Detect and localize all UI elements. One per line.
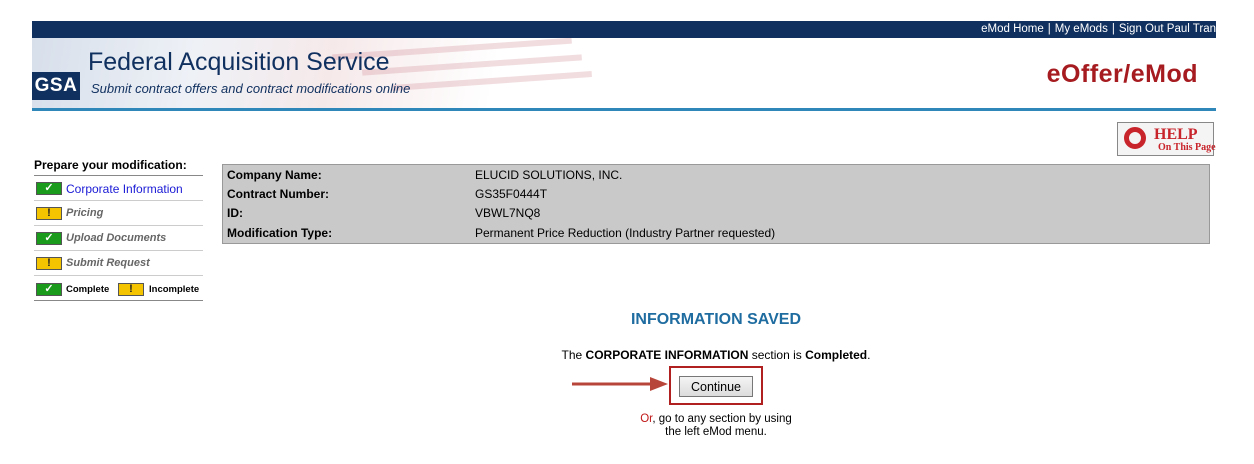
menu-item-upload-documents[interactable]: ✓ Upload Documents <box>34 226 203 251</box>
sign-out-link[interactable]: Sign Out Paul Tran <box>1119 23 1216 35</box>
lifebuoy-icon <box>1124 127 1146 149</box>
legend-complete-label: Complete <box>66 284 110 295</box>
saved-message: The CORPORATE INFORMATION section is Com… <box>0 348 1254 362</box>
or-text-line2: the left eMod menu. <box>665 426 767 438</box>
help-on-this-page-button[interactable]: HELP On This Page <box>1117 122 1216 156</box>
alternate-instructions: Or, go to any section by using the left … <box>0 413 1254 439</box>
header-banner: GSA Federal Acquisition Service Submit c… <box>32 38 1216 108</box>
info-key: ID: <box>227 206 243 220</box>
status-legend: ✓ Complete ! Incomplete <box>34 278 203 301</box>
menu-item-label[interactable]: Pricing <box>66 207 103 219</box>
header-divider <box>32 108 1216 111</box>
help-sublabel: On This Page <box>1158 142 1216 153</box>
menu-item-corporate-information[interactable]: ✓ Corporate Information <box>34 176 203 201</box>
or-word: Or <box>640 413 653 425</box>
flag-stripe <box>362 54 582 76</box>
or-text-line1: , go to any section by using <box>652 413 792 425</box>
info-row: Company Name: ELUCID SOLUTIONS, INC. <box>227 165 1207 184</box>
flag-stripe <box>392 71 592 91</box>
information-saved-heading: INFORMATION SAVED <box>630 311 802 328</box>
emod-home-link[interactable]: eMod Home <box>981 23 1044 35</box>
info-key: Modification Type: <box>227 226 333 240</box>
top-nav-bar: eMod Home | My eMods | Sign Out Paul Tran <box>32 21 1216 38</box>
info-value: Permanent Price Reduction (Industry Part… <box>475 226 776 240</box>
app-name: eOffer/eMod <box>1046 60 1198 88</box>
legend-incomplete-label: Incomplete <box>149 284 200 295</box>
msg-status: Completed <box>805 348 868 362</box>
emod-left-menu: Prepare your modification: ✓ Corporate I… <box>34 158 203 301</box>
info-value: VBWL7NQ8 <box>475 206 541 220</box>
menu-item-label[interactable]: Corporate Information <box>66 182 183 196</box>
info-value: GS35F0444T <box>475 187 548 201</box>
continue-button[interactable]: Continue <box>679 376 753 397</box>
site-title: Federal Acquisition Service <box>88 48 390 76</box>
info-row: Contract Number: GS35F0444T <box>227 184 1207 203</box>
incomplete-warning-icon: ! <box>36 207 62 220</box>
msg-text: section is <box>748 348 806 362</box>
complete-check-icon: ✓ <box>36 232 62 245</box>
menu-item-submit-request[interactable]: ! Submit Request <box>34 251 203 276</box>
complete-check-icon: ✓ <box>36 283 62 296</box>
pointer-arrow-icon <box>572 377 668 391</box>
menu-item-label[interactable]: Upload Documents <box>66 232 166 244</box>
info-key: Company Name: <box>227 168 322 182</box>
site-subtitle: Submit contract offers and contract modi… <box>91 81 411 96</box>
link-separator: | <box>1111 23 1115 35</box>
incomplete-warning-icon: ! <box>118 283 144 296</box>
my-emods-link[interactable]: My eMods <box>1055 23 1108 35</box>
msg-section: CORPORATE INFORMATION <box>585 348 749 362</box>
msg-text: The <box>561 348 586 362</box>
incomplete-warning-icon: ! <box>36 257 62 270</box>
info-row: Modification Type: Permanent Price Reduc… <box>227 223 1207 242</box>
menu-item-pricing[interactable]: ! Pricing <box>34 201 203 226</box>
msg-text: . <box>867 348 871 362</box>
gsa-logo: GSA <box>32 72 80 100</box>
menu-item-label[interactable]: Submit Request <box>66 257 150 269</box>
complete-check-icon: ✓ <box>36 182 62 195</box>
top-links: eMod Home | My eMods | Sign Out Paul Tran <box>981 23 1216 35</box>
continue-highlight: Continue <box>669 366 763 405</box>
link-separator: | <box>1047 23 1051 35</box>
modification-info-table: Company Name: ELUCID SOLUTIONS, INC. Con… <box>222 164 1210 244</box>
info-key: Contract Number: <box>227 187 330 201</box>
info-value: ELUCID SOLUTIONS, INC. <box>475 168 623 182</box>
info-row: ID: VBWL7NQ8 <box>227 203 1207 222</box>
menu-title: Prepare your modification: <box>34 158 203 176</box>
